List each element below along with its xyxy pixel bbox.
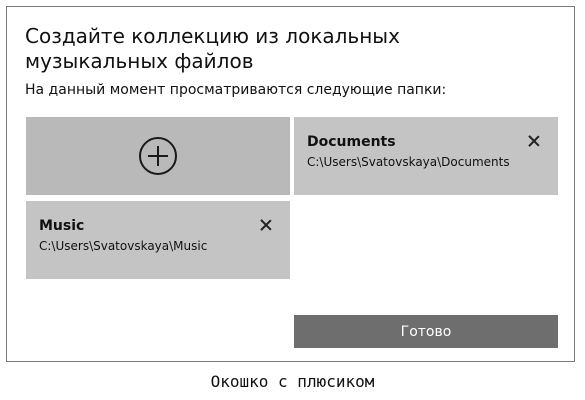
folder-tile-music: Music C:\Users\Svatovskaya\Music	[26, 201, 290, 279]
folder-path: C:\Users\Svatovskaya\Documents	[307, 155, 510, 169]
folder-name: Documents	[307, 134, 396, 150]
folder-path: C:\Users\Svatovskaya\Music	[39, 239, 208, 253]
close-icon[interactable]	[528, 135, 540, 147]
dialog-title: Создайте коллекцию из локальных музыкаль…	[25, 24, 400, 73]
figure-caption: Окошко с плюсиком	[210, 372, 375, 391]
folder-picker-dialog: Создайте коллекцию из локальных музыкаль…	[6, 6, 575, 362]
add-folder-button[interactable]	[26, 117, 290, 195]
dialog-subtitle: На данный момент просматриваются следующ…	[25, 82, 447, 98]
folder-name: Music	[39, 218, 85, 234]
folder-tile-documents: Documents C:\Users\Svatovskaya\Documents	[294, 117, 558, 195]
done-button[interactable]: Готово	[294, 315, 558, 348]
plus-circle-icon	[139, 137, 177, 175]
close-icon[interactable]	[260, 219, 272, 231]
